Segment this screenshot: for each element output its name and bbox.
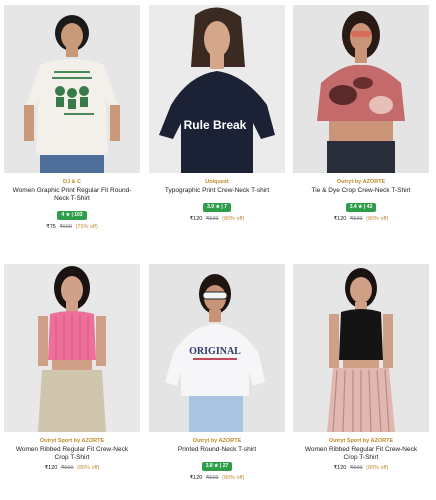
discount-text: (80% off) — [222, 475, 245, 481]
product-card[interactable]: ORIGINAL Outryt by AZORTE Printed Round-… — [149, 264, 285, 482]
sale-price: ₹120 — [189, 216, 203, 222]
sale-price: ₹120 — [333, 216, 347, 222]
product-title[interactable]: Printed Round-Neck T-shirt — [155, 446, 279, 454]
product-brand: Outryt by AZORTE — [336, 179, 386, 185]
mrp-price: ₹599 — [205, 216, 219, 222]
product-grid: DJ & C Women Graphic Print Regular Fit R… — [0, 0, 436, 500]
sale-price: ₹120 — [333, 465, 347, 471]
product-card[interactable]: Outryt Sport by AZORTE Women Ribbed Regu… — [4, 264, 140, 472]
product-price: ₹75 ₹699 (75% off) — [4, 224, 140, 231]
mrp-price: ₹699 — [59, 224, 73, 230]
product-price: ₹120 ₹599 (80% off) — [4, 465, 140, 472]
product-price: ₹120 ₹599 (80% off) — [293, 465, 429, 472]
mrp-price: ₹599 — [349, 465, 363, 471]
product-price: ₹120 ₹599 (80% off) — [149, 216, 285, 223]
product-brand: Outryt by AZORTE — [192, 438, 242, 444]
discount-text: (80% off) — [77, 465, 100, 471]
mrp-price: ₹599 — [60, 465, 74, 471]
product-brand: Uniquest — [205, 179, 229, 185]
product-title[interactable]: Women Graphic Print Regular Fit Round-Ne… — [10, 187, 134, 203]
product-brand: Outryt Sport by AZORTE — [328, 438, 394, 444]
product-image[interactable] — [4, 264, 140, 432]
product-card[interactable]: Rule Break Uniquest Typographic Print Cr… — [149, 5, 285, 223]
discount-text: (80% off) — [366, 216, 389, 222]
product-card[interactable]: Outryt by AZORTE Tie & Dye Crop Crew-Nec… — [293, 5, 429, 223]
product-price: ₹120 ₹599 (80% off) — [293, 216, 429, 223]
product-card[interactable]: Outryt Sport by AZORTE Women Ribbed Regu… — [293, 264, 429, 472]
product-title[interactable]: Typographic Print Crew-Neck T-shirt — [155, 187, 279, 195]
tee-print-text: ORIGINAL — [189, 346, 241, 357]
discount-text: (80% off) — [222, 216, 245, 222]
sale-price: ₹75 — [46, 224, 56, 230]
sale-price: ₹120 — [189, 475, 203, 481]
rating-badge: 4 ★ | 103 — [57, 211, 87, 220]
rating-badge: 3.8 ★ | 27 — [201, 462, 233, 471]
discount-text: (75% off) — [75, 224, 98, 230]
mrp-price: ₹599 — [205, 475, 219, 481]
product-image[interactable] — [293, 5, 429, 173]
product-price: ₹120 ₹599 (80% off) — [149, 475, 285, 482]
product-title[interactable]: Tie & Dye Crop Crew-Neck T-Shirt — [299, 187, 423, 195]
rating-badge: 3.4 ★ | 43 — [345, 203, 377, 212]
mrp-price: ₹599 — [349, 216, 363, 222]
product-image[interactable] — [4, 5, 140, 173]
discount-text: (80% off) — [366, 465, 389, 471]
product-brand: Outryt Sport by AZORTE — [39, 438, 105, 444]
tee-print-text: Rule Break — [184, 118, 247, 132]
product-brand: DJ & C — [62, 179, 82, 185]
sale-price: ₹120 — [44, 465, 58, 471]
rating-badge: 3.9 ★ | 7 — [203, 203, 231, 212]
product-card[interactable]: DJ & C Women Graphic Print Regular Fit R… — [4, 5, 140, 231]
product-image[interactable]: Rule Break — [149, 5, 285, 173]
product-title[interactable]: Women Ribbed Regular Fit Crew-Neck Crop … — [10, 446, 134, 462]
product-title[interactable]: Women Ribbed Regular Fit Crew-Neck Crop … — [299, 446, 423, 462]
product-image[interactable]: ORIGINAL — [149, 264, 285, 432]
product-image[interactable] — [293, 264, 429, 432]
